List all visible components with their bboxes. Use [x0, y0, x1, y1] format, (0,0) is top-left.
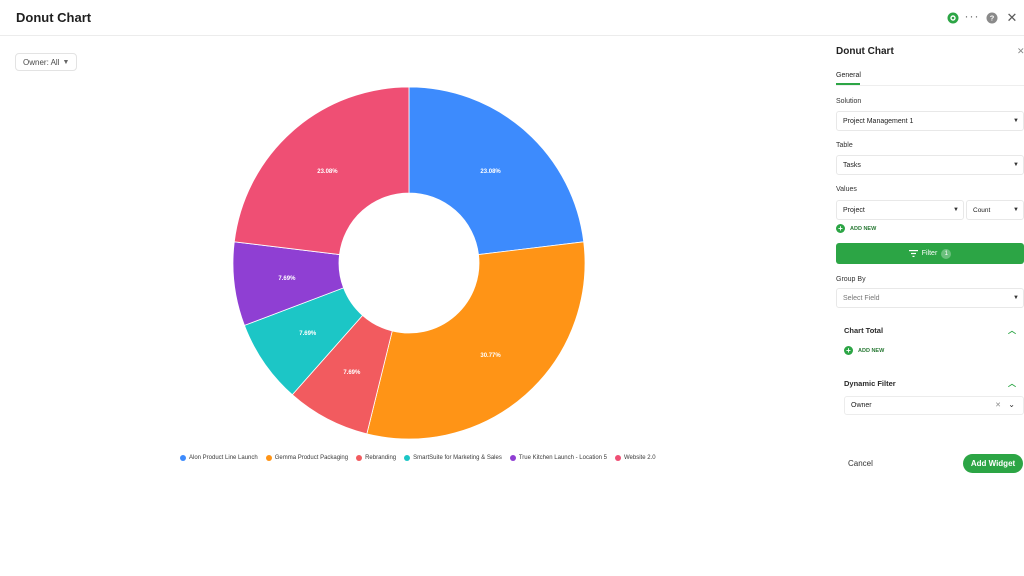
legend-label: Rebranding [365, 455, 397, 461]
chart-total-label: Chart Total [844, 325, 884, 335]
chevron-down-icon: ▼ [1013, 295, 1019, 301]
group-by-select[interactable]: Select Field ▼ [836, 288, 1024, 308]
filter-count-badge: 1 [941, 248, 952, 259]
chart-total-add-new-button[interactable]: + ADD NEW [844, 346, 884, 355]
values-aggregation-value: Count [973, 206, 991, 214]
slice-data-label: 7.69% [343, 370, 361, 376]
dynamic-filter-section-header[interactable]: Dynamic Filter ︿ [836, 373, 1024, 393]
donut-slice[interactable] [366, 241, 586, 440]
filter-icon [908, 250, 918, 257]
more-dots-icon[interactable]: ··· [964, 9, 980, 23]
solution-value: Project Management 1 [843, 117, 914, 125]
chevron-down-icon[interactable]: ⌄ [1008, 400, 1015, 409]
chevron-down-icon: ▼ [953, 207, 959, 213]
table-label: Table [836, 142, 853, 149]
donut-chart-svg: 23.08% 30.77% 7.69% 7.69% 7.69% 23.08% [232, 86, 586, 440]
legend-item[interactable]: Alon Product Line Launch [180, 455, 258, 461]
legend-item[interactable]: Gemma Product Packaging [265, 455, 349, 461]
legend-item[interactable]: Rebranding [356, 455, 396, 461]
widget-settings-panel: Donut Chart ✕ General Solution Project M… [822, 36, 1024, 576]
legend-swatch [615, 455, 621, 461]
top-actions: ··· ? ✕ [924, 0, 1024, 36]
slice-data-label: 7.69% [299, 331, 317, 337]
legend-swatch [180, 455, 186, 461]
plus-icon: + [836, 224, 845, 233]
donut-chart: 23.08% 30.77% 7.69% 7.69% 7.69% 23.08% [220, 80, 600, 450]
solution-label: Solution [836, 98, 862, 105]
cancel-button[interactable]: Cancel [848, 459, 873, 468]
table-select[interactable]: Tasks ▼ [836, 155, 1024, 175]
tabs-divider [836, 85, 1024, 86]
legend-label: Gemma Product Packaging [274, 455, 349, 461]
chevron-up-icon: ︿ [1008, 326, 1016, 335]
panel-title: Donut Chart [836, 46, 894, 57]
legend-label: Website 2.0 [624, 455, 656, 461]
legend-label: Alon Product Line Launch [189, 455, 258, 461]
dynamic-filter-owner-value: Owner [851, 402, 872, 409]
table-value: Tasks [843, 161, 861, 169]
slice-data-label: 23.08% [317, 169, 338, 175]
legend-swatch [356, 455, 363, 461]
add-new-label: ADD NEW [850, 225, 877, 232]
svg-text:?: ? [990, 14, 995, 23]
settings-icon[interactable] [946, 11, 960, 25]
clear-icon[interactable]: ✕ [995, 401, 1001, 409]
values-aggregation-select[interactable]: Count ▼ [966, 200, 1024, 220]
chevron-down-icon: ▼ [1013, 162, 1019, 168]
panel-close-icon[interactable]: ✕ [1017, 46, 1024, 57]
chevron-down-icon: ▼ [1013, 118, 1019, 124]
slice-data-label: 30.77% [480, 353, 501, 359]
add-new-label: ADD NEW [858, 347, 885, 354]
tab-general[interactable]: General [836, 72, 861, 79]
chevron-up-icon: ︿ [1008, 379, 1016, 388]
filter-label: Filter [921, 250, 938, 257]
values-label: Values [836, 186, 857, 193]
dynamic-filter-label: Dynamic Filter [844, 378, 896, 388]
legend-swatch [404, 455, 411, 461]
close-icon[interactable]: ✕ [1005, 10, 1019, 25]
chevron-down-icon: ▼ [62, 58, 70, 66]
filter-button[interactable]: Filter 1 [836, 243, 1024, 264]
dynamic-filter-owner-select[interactable]: Owner ✕ ⌄ [844, 396, 1024, 415]
help-icon[interactable]: ? [985, 11, 999, 25]
chevron-down-icon: ▼ [1013, 207, 1019, 213]
add-widget-button[interactable]: Add Widget [963, 454, 1023, 473]
owner-filter-dropdown[interactable]: Owner: All ▼ [15, 53, 78, 71]
owner-filter-label: Owner: All [23, 57, 60, 67]
legend-label: SmartSuite for Marketing & Sales [413, 455, 502, 461]
legend-item[interactable]: True Kitchen Launch - Location 5 [509, 455, 607, 461]
legend-item[interactable]: Website 2.0 [615, 455, 656, 461]
chart-legend: Alon Product Line Launch Gemma Product Pa… [180, 453, 656, 463]
legend-swatch [265, 455, 272, 461]
group-by-label: Group By [836, 276, 866, 283]
slice-data-label: 7.69% [278, 276, 296, 282]
plus-icon: + [844, 346, 853, 355]
solution-select[interactable]: Project Management 1 ▼ [836, 111, 1024, 131]
group-by-placeholder: Select Field [843, 294, 880, 302]
legend-item[interactable]: SmartSuite for Marketing & Sales [404, 455, 502, 461]
top-bar: Donut Chart ··· ? ✕ [0, 0, 1024, 36]
legend-label: True Kitchen Launch - Location 5 [518, 455, 607, 461]
slice-data-label: 23.08% [480, 169, 501, 175]
values-add-new-button[interactable]: + ADD NEW [836, 224, 876, 233]
chart-total-section-header[interactable]: Chart Total ︿ [836, 320, 1024, 340]
legend-swatch [509, 455, 516, 461]
page-title: Donut Chart [16, 10, 92, 25]
values-field-value: Project [843, 206, 865, 214]
values-field-select[interactable]: Project ▼ [836, 200, 964, 220]
